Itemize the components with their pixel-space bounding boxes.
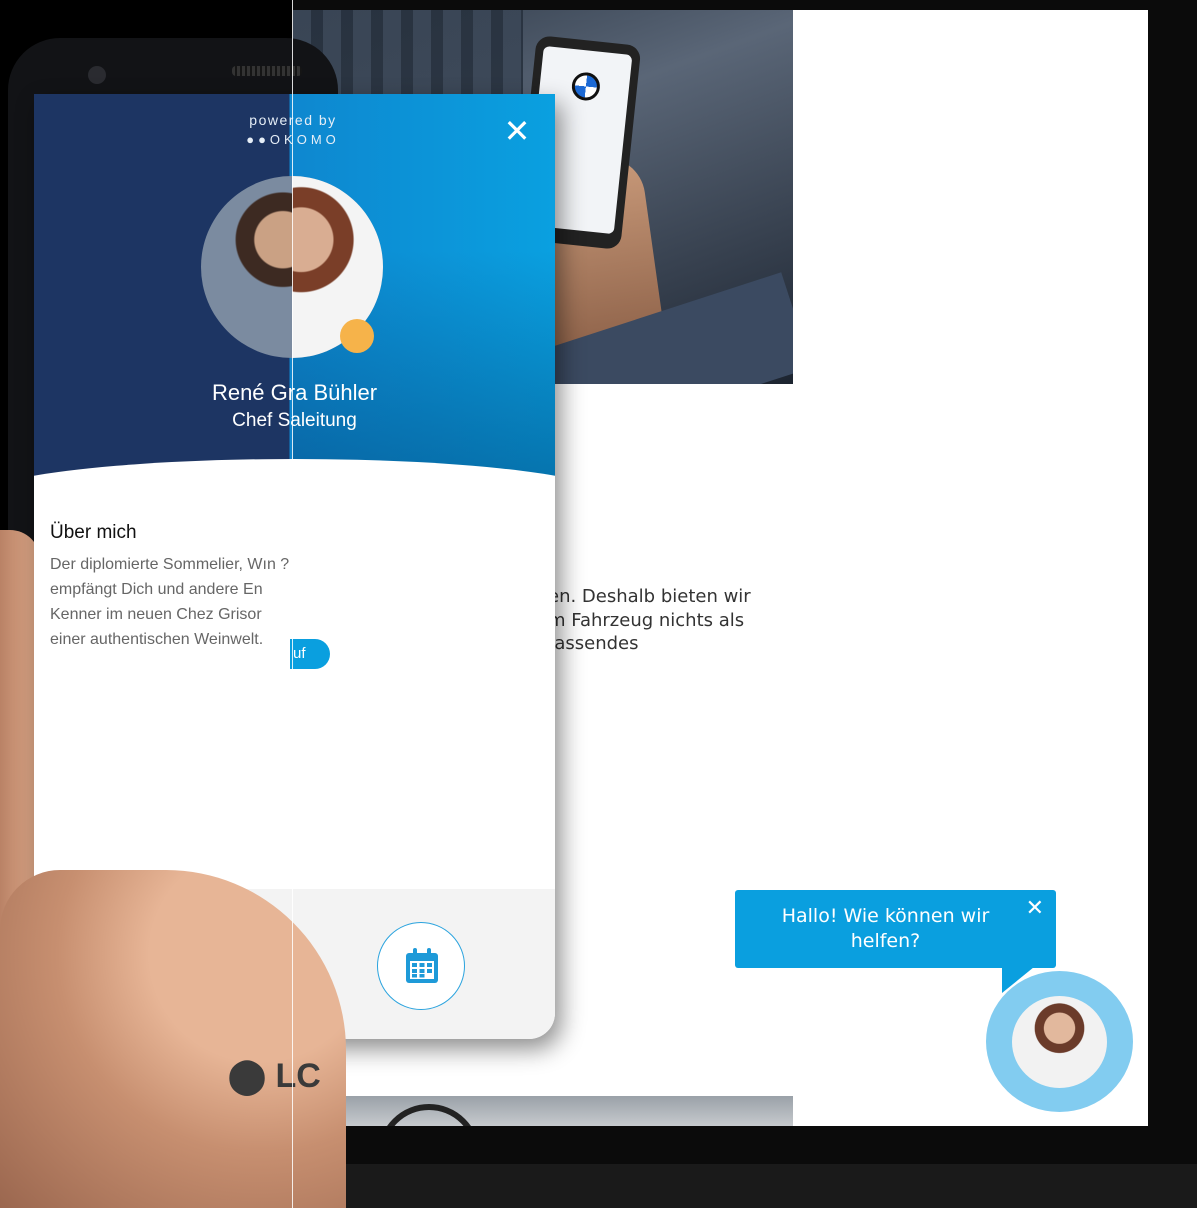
bicycle-wheel: [378, 1104, 480, 1126]
comparison-divider: [292, 0, 293, 1208]
website-footer: [293, 1164, 1197, 1208]
agent-avatar[interactable]: [1012, 996, 1107, 1088]
chat-greeting-bubble[interactable]: Hallo! Wie können wir helfen? ✕: [735, 890, 1056, 968]
profile-role: Chef Saleitung: [232, 410, 357, 431]
status-indicator: [340, 319, 374, 353]
about-line: Der diplomierte Sommelier, Wın ?: [50, 556, 290, 573]
body-line: m Fahrzeug nichts als: [548, 609, 745, 631]
calendar-icon: [406, 948, 438, 983]
bmw-logo-icon: [570, 71, 602, 102]
powered-by-label: powered by: [249, 112, 337, 128]
schedule-appointment-button[interactable]: [377, 922, 465, 1010]
body-line: fassendes: [548, 633, 639, 654]
about-text: Der diplomierte Sommelier, Wın ? empfäng…: [50, 552, 340, 652]
about-line: Kenner im neuen Chez Grisor: [50, 606, 262, 623]
about-heading: Über mich: [50, 522, 137, 543]
body-line: en. Deshalb bieten wir: [548, 586, 751, 607]
okomo-logo: ●●OKOMO: [34, 132, 552, 147]
body-paragraph: en. Deshalb bieten wir m Fahrzeug nichts…: [548, 585, 848, 656]
camera-icon: [88, 66, 106, 84]
about-line: empfängt Dich und andere En: [50, 581, 263, 598]
bicycle-image: [293, 1096, 793, 1126]
close-icon[interactable]: ✕: [1026, 896, 1044, 921]
profile-name: René Gra Bühler: [211, 380, 378, 405]
read-more-button[interactable]: uf: [290, 639, 330, 669]
close-icon[interactable]: ✕: [502, 115, 532, 147]
lg-logo: ⬤ LC: [228, 1057, 321, 1095]
chat-greeting-text: Hallo! Wie können wir helfen?: [781, 905, 990, 952]
